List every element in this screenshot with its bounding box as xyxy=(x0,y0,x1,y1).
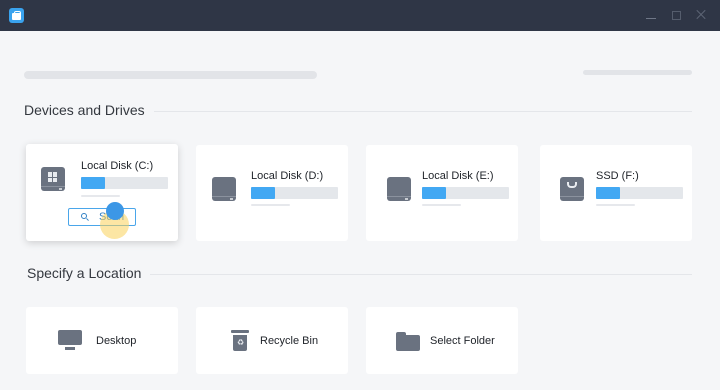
drive-usage-fill xyxy=(596,187,621,199)
location-label: Recycle Bin xyxy=(260,335,319,347)
drive-card-f[interactable]: SSD (F:) xyxy=(540,145,692,241)
toolbox-icon xyxy=(9,8,24,23)
drive-detail-line xyxy=(596,204,635,206)
monitor-icon xyxy=(58,330,82,352)
location-card-desktop[interactable]: Desktop xyxy=(26,307,178,374)
drive-usage-bar xyxy=(81,177,168,189)
section-divider xyxy=(154,111,692,112)
drive-label: Local Disk (E:) xyxy=(422,170,494,182)
drive-label: Local Disk (C:) xyxy=(81,160,154,172)
recycle-bin-icon: ♻ xyxy=(231,330,249,352)
section-divider xyxy=(150,274,692,275)
drive-detail-line xyxy=(81,195,120,197)
drive-card-c[interactable]: Local Disk (C:) Scan xyxy=(26,144,178,241)
location-section-title: Specify a Location xyxy=(27,265,142,281)
drive-detail-line xyxy=(422,204,461,206)
drive-label: SSD (F:) xyxy=(596,170,639,182)
search-icon xyxy=(81,213,88,220)
drive-usage-bar xyxy=(422,187,509,199)
location-card-select-folder[interactable]: Select Folder xyxy=(366,307,518,374)
drive-usage-fill xyxy=(422,187,447,199)
devices-section-title: Devices and Drives xyxy=(24,102,145,118)
folder-icon xyxy=(396,332,420,351)
windows-drive-icon xyxy=(41,167,65,191)
drive-label: Local Disk (D:) xyxy=(251,170,324,182)
drive-usage-bar xyxy=(251,187,338,199)
drive-icon xyxy=(212,177,236,201)
location-label: Desktop xyxy=(96,335,137,347)
title-bar xyxy=(0,0,720,31)
minimize-icon[interactable] xyxy=(644,8,658,22)
location-label: Select Folder xyxy=(430,335,495,347)
ssd-drive-icon xyxy=(560,177,584,201)
loading-placeholder-bar xyxy=(24,71,317,79)
location-card-recycle-bin[interactable]: ♻ Recycle Bin xyxy=(196,307,348,374)
drive-usage-fill xyxy=(81,177,106,189)
drive-icon xyxy=(387,177,411,201)
drive-card-d[interactable]: Local Disk (D:) xyxy=(196,145,348,241)
maximize-icon[interactable] xyxy=(669,8,683,22)
drive-usage-bar xyxy=(596,187,683,199)
loading-placeholder-bar-small xyxy=(583,70,692,75)
cursor-indicator xyxy=(106,202,124,220)
drive-detail-line xyxy=(251,204,290,206)
close-icon[interactable] xyxy=(694,8,708,22)
drive-card-e[interactable]: Local Disk (E:) xyxy=(366,145,518,241)
drive-usage-fill xyxy=(251,187,276,199)
